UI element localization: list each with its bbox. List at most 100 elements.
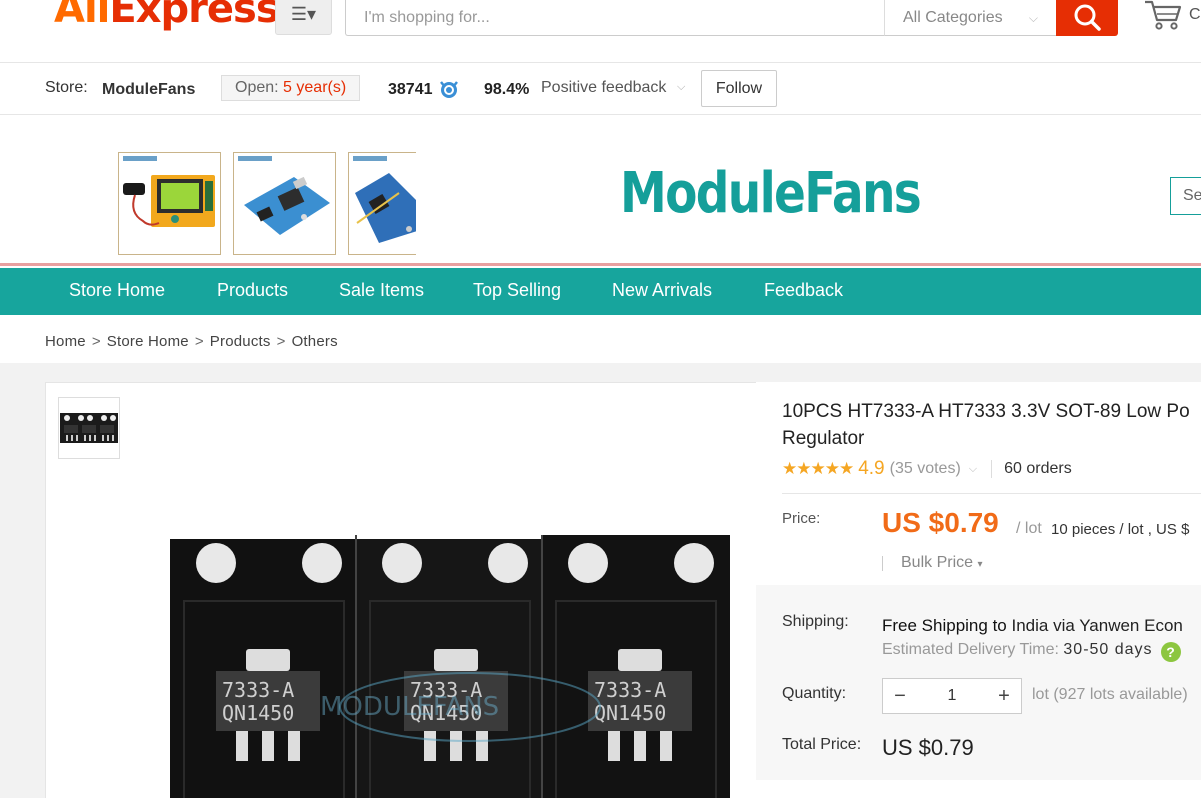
chevron-down-icon: ⌵ — [1028, 10, 1038, 25]
shipping-method[interactable]: Free Shipping to India via Yanwen Econ — [882, 616, 1183, 636]
aliexpress-logo[interactable]: AliExpress — [54, 0, 280, 32]
product-gallery: 7333-A QN1450 7333-A QN1450 7333-A QN145… — [45, 382, 757, 798]
chevron-down-icon[interactable]: ⌵ — [969, 463, 977, 476]
votes-count[interactable]: (35 votes) — [890, 460, 961, 478]
price-unit: / lot — [1016, 520, 1042, 537]
total-price-label: Total Price: — [782, 736, 862, 753]
price-value: US $0.79 — [882, 507, 999, 538]
nav-products[interactable]: Products — [217, 280, 288, 301]
product-title-line-1: 10PCS HT7333-A HT7333 3.3V SOT-89 Low Po — [782, 401, 1190, 422]
divider — [991, 460, 993, 478]
bulk-price-label: Bulk Price — [901, 554, 974, 571]
category-select[interactable]: All Categories ⌵ — [884, 0, 1057, 36]
banner-product-thumb[interactable] — [348, 152, 416, 255]
quantity-stepper: − + — [882, 678, 1022, 714]
feedback-dropdown[interactable]: Positive feedback — [541, 79, 666, 97]
banner-product-thumb[interactable] — [233, 152, 336, 255]
shipping-section: Shipping: Free Shipping to India via Yan… — [756, 585, 1201, 780]
product-details: 10PCS HT7333-A HT7333 3.3V SOT-89 Low Po… — [756, 382, 1201, 798]
divider — [882, 556, 883, 571]
price-label: Price: — [782, 510, 821, 527]
cart-label[interactable]: C — [1189, 6, 1201, 24]
nano-board-image — [349, 153, 416, 254]
delivery-estimate-label: Estimated Delivery Time: — [882, 641, 1059, 658]
chevron-down-icon: ⌵ — [677, 81, 686, 93]
product-title-line-2: Regulator — [782, 428, 865, 449]
breadcrumb-separator: > — [276, 333, 286, 350]
divider — [782, 493, 1201, 494]
open-label: Open: — [235, 79, 279, 96]
chip-marking-bottom: QN1450 — [594, 701, 666, 725]
total-price-value: US $0.79 — [882, 735, 974, 760]
main-product-image[interactable]: 7333-A QN1450 7333-A QN1450 7333-A QN145… — [170, 535, 730, 798]
minus-icon[interactable]: − — [883, 679, 917, 713]
thumb-brand-tag — [353, 156, 387, 161]
help-icon[interactable]: ? — [1160, 642, 1181, 662]
lcd-tester-image — [119, 153, 220, 254]
gallery-thumbnail[interactable] — [58, 397, 120, 459]
breadcrumb-products[interactable]: Products — [210, 333, 271, 350]
search-box — [345, 0, 885, 36]
chip-marking-top: 7333-A — [594, 678, 666, 702]
breadcrumb-store-home[interactable]: Store Home — [107, 333, 189, 350]
chip-marking-top: 7333-A — [222, 678, 294, 702]
medal-icon — [440, 81, 458, 98]
logo-ali-text: Ali — [54, 0, 110, 32]
banner-search-input[interactable]: Se — [1170, 177, 1201, 215]
nav-new-arrivals[interactable]: New Arrivals — [612, 280, 712, 301]
image-watermark: MODULEFANS — [320, 692, 499, 722]
banner-store-title: ModuleFans — [620, 161, 922, 226]
delivery-estimate: Estimated Delivery Time: 30-50 days? — [882, 641, 1181, 662]
store-info-bar: Store: ModuleFans Open: 5 year(s) 38741 … — [0, 63, 1201, 115]
nav-sale-items[interactable]: Sale Items — [339, 280, 424, 301]
store-open-badge: Open: 5 year(s) — [221, 75, 361, 101]
star-rating-icon: ★★★★★ — [782, 459, 854, 478]
nav-store-home[interactable]: Store Home — [69, 280, 165, 301]
breadcrumb-separator: > — [194, 333, 204, 350]
feedback-percent: 98.4% — [484, 81, 530, 98]
product-title: 10PCS HT7333-A HT7333 3.3V SOT-89 Low Po… — [782, 398, 1201, 452]
logo-express-text: Express — [109, 0, 279, 32]
store-score[interactable]: 38741 — [388, 81, 433, 99]
cart-icon[interactable] — [1143, 0, 1183, 32]
follow-button[interactable]: Follow — [701, 70, 777, 107]
nav-top-selling[interactable]: Top Selling — [473, 280, 561, 301]
bluetooth-module-image — [234, 153, 335, 254]
store-banner: ModuleFans Se — [0, 115, 1201, 266]
site-header: AliExpress ☰▾ All Categories ⌵ C — [0, 0, 1201, 63]
open-years: 5 year(s) — [283, 79, 347, 96]
search-button[interactable] — [1056, 0, 1118, 36]
search-input[interactable] — [346, 0, 885, 35]
chip-thumbnail-image — [60, 413, 118, 443]
page: AliExpress ☰▾ All Categories ⌵ C Store: — [0, 0, 1201, 798]
caret-down-icon: ▾ — [977, 559, 983, 570]
rating-value: 4.9 — [858, 458, 885, 479]
orders-count: 60 orders — [1004, 460, 1072, 477]
delivery-days: 30-50 days — [1063, 641, 1153, 658]
breadcrumb-others: Others — [291, 333, 338, 350]
category-select-value: All Categories — [903, 9, 1003, 26]
quantity-available: lot (927 lots available) — [1032, 686, 1188, 703]
thumb-brand-tag — [123, 156, 157, 161]
search-icon — [1074, 4, 1101, 31]
category-menu-button[interactable]: ☰▾ — [275, 0, 332, 35]
chip-marking-bottom: QN1450 — [222, 701, 294, 725]
thumb-brand-tag — [238, 156, 272, 161]
nav-feedback[interactable]: Feedback — [764, 280, 843, 301]
store-nav: Store Home Products Sale Items Top Selli… — [0, 268, 1201, 315]
breadcrumb: Home > Store Home > Products > Others — [45, 333, 338, 350]
quantity-label: Quantity: — [782, 685, 847, 702]
price-lot-info: 10 pieces / lot , US $ — [1051, 521, 1190, 538]
banner-product-thumb[interactable] — [118, 152, 221, 255]
bulk-price-dropdown[interactable]: Bulk Price ▾ — [901, 554, 983, 572]
rating-row: ★★★★★ 4.9 (35 votes) ⌵ 60 orders — [782, 458, 1072, 480]
store-name[interactable]: ModuleFans — [102, 81, 195, 99]
free-shipping-text: Free Shipping to — [882, 616, 1007, 635]
quantity-input[interactable] — [917, 687, 987, 705]
breadcrumb-separator: > — [91, 333, 101, 350]
hamburger-icon: ☰▾ — [290, 4, 317, 24]
breadcrumb-home[interactable]: Home — [45, 333, 86, 350]
shipping-destination: India via Yanwen Econ — [1011, 616, 1183, 635]
shipping-label: Shipping: — [782, 613, 849, 630]
plus-icon[interactable]: + — [987, 679, 1021, 713]
